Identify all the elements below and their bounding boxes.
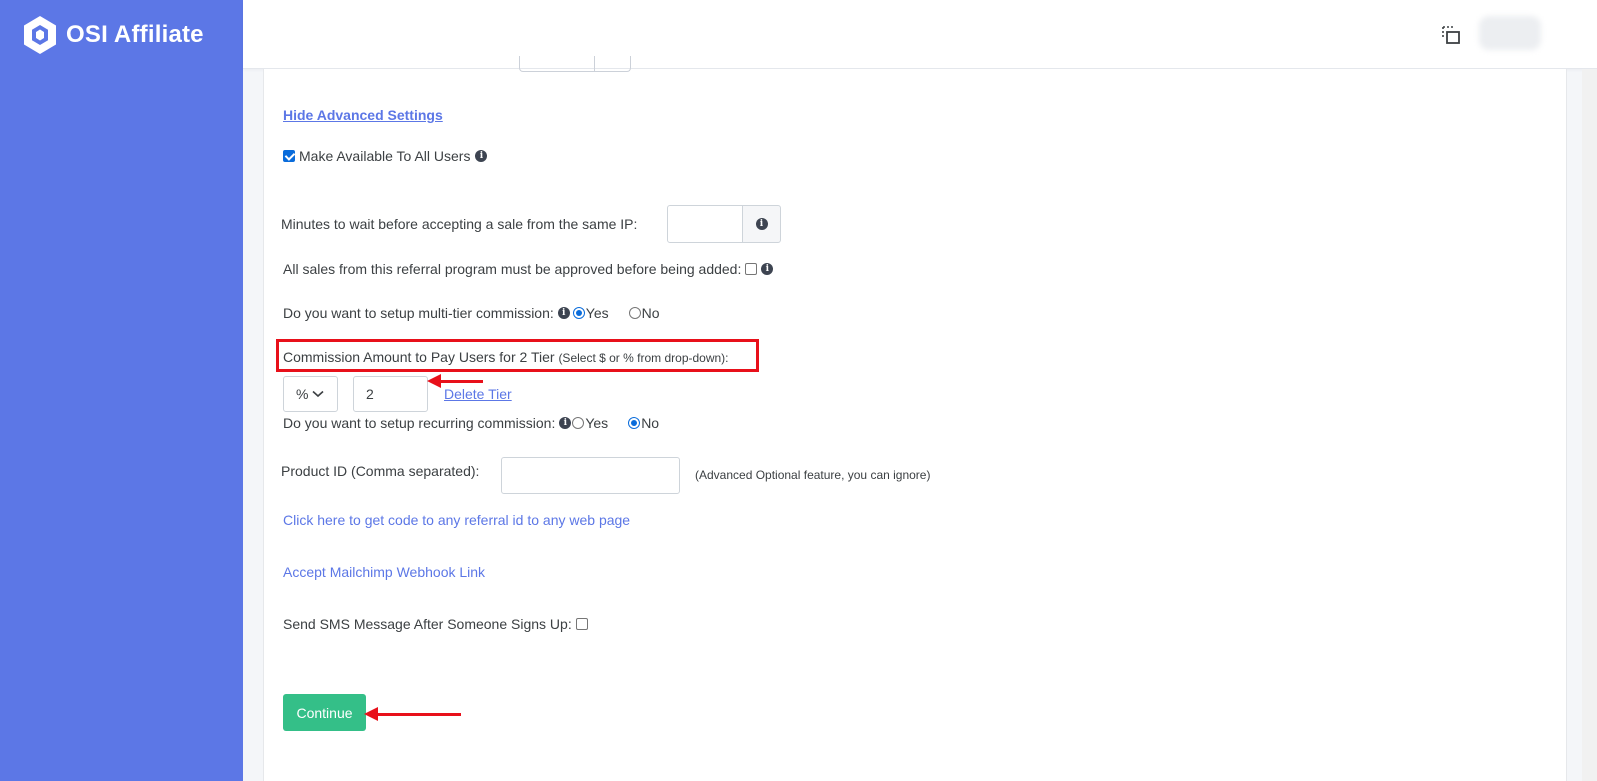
- commission-type-value: %: [296, 386, 309, 402]
- recurring-yes-radio[interactable]: [572, 417, 585, 429]
- approve-sales-label: All sales from this referral program mus…: [283, 261, 742, 277]
- delete-tier-link[interactable]: Delete Tier: [444, 386, 512, 402]
- info-icon: i: [755, 218, 768, 230]
- info-icon[interactable]: i: [557, 307, 570, 319]
- product-id-hint: (Advanced Optional feature, you can igno…: [695, 468, 931, 482]
- info-icon[interactable]: i: [761, 263, 774, 275]
- hide-advanced-settings-link[interactable]: Hide Advanced Settings: [283, 107, 443, 123]
- recurring-no-label: No: [641, 415, 660, 431]
- recurring-yes-label: Yes: [585, 415, 609, 431]
- brand-name: OSI Affiliate: [66, 21, 204, 48]
- brand-logo[interactable]: OSI Affiliate: [22, 15, 204, 55]
- annotation-arrow-commission: [427, 374, 483, 388]
- chevron-down-icon: [312, 390, 324, 398]
- recurring-no-radio[interactable]: [628, 417, 641, 429]
- sms-checkbox[interactable]: [575, 618, 588, 630]
- recurring-label: Do you want to setup recurring commissio…: [283, 415, 556, 431]
- commission-amount-label: Commission Amount to Pay Users for 2 Tie…: [283, 349, 729, 365]
- minutes-wait-info-addon[interactable]: i: [742, 205, 781, 243]
- sidebar: OSI Affiliate: [0, 0, 243, 781]
- product-id-label: Product ID (Comma separated):: [281, 463, 480, 479]
- commission-label-main: Commission Amount to Pay Users for 2 Tie…: [283, 349, 555, 365]
- copy-icon[interactable]: [1441, 25, 1461, 45]
- approve-sales-checkbox[interactable]: [745, 263, 758, 275]
- multi-tier-row: Do you want to setup multi-tier commissi…: [283, 305, 660, 321]
- partial-input-above[interactable]: [519, 56, 631, 72]
- continue-button[interactable]: Continue: [283, 694, 366, 731]
- user-avatar[interactable]: [1479, 16, 1541, 50]
- sms-row: Send SMS Message After Someone Signs Up:: [283, 616, 588, 632]
- commission-amount-input[interactable]: [353, 376, 428, 412]
- page-scrollbar[interactable]: [1582, 69, 1597, 781]
- approve-sales-row: All sales from this referral program mus…: [283, 261, 774, 277]
- info-icon[interactable]: i: [475, 150, 488, 162]
- info-icon[interactable]: i: [559, 417, 572, 429]
- minutes-wait-input[interactable]: [667, 205, 743, 243]
- multi-tier-no-label: No: [641, 305, 660, 321]
- commission-type-select[interactable]: %: [283, 376, 338, 412]
- recurring-row: Do you want to setup recurring commissio…: [283, 415, 659, 431]
- multi-tier-label: Do you want to setup multi-tier commissi…: [283, 305, 554, 321]
- sms-label: Send SMS Message After Someone Signs Up:: [283, 616, 572, 632]
- hexagon-logo-icon: [24, 16, 56, 54]
- annotation-arrow-continue: [364, 707, 461, 721]
- commission-label-hint: (Select $ or % from drop-down):: [558, 351, 729, 365]
- minutes-wait-label: Minutes to wait before accepting a sale …: [281, 216, 638, 232]
- referral-code-link[interactable]: Click here to get code to any referral i…: [283, 512, 630, 528]
- product-id-input[interactable]: [501, 457, 680, 494]
- multi-tier-yes-radio[interactable]: [572, 307, 585, 319]
- top-bar: [243, 0, 1597, 69]
- multi-tier-no-radio[interactable]: [628, 307, 641, 319]
- make-available-row: Make Available To All Users i: [283, 148, 488, 164]
- make-available-checkbox[interactable]: [283, 150, 295, 162]
- make-available-label: Make Available To All Users: [299, 148, 471, 164]
- multi-tier-yes-label: Yes: [585, 305, 609, 321]
- mailchimp-webhook-link[interactable]: Accept Mailchimp Webhook Link: [283, 564, 485, 580]
